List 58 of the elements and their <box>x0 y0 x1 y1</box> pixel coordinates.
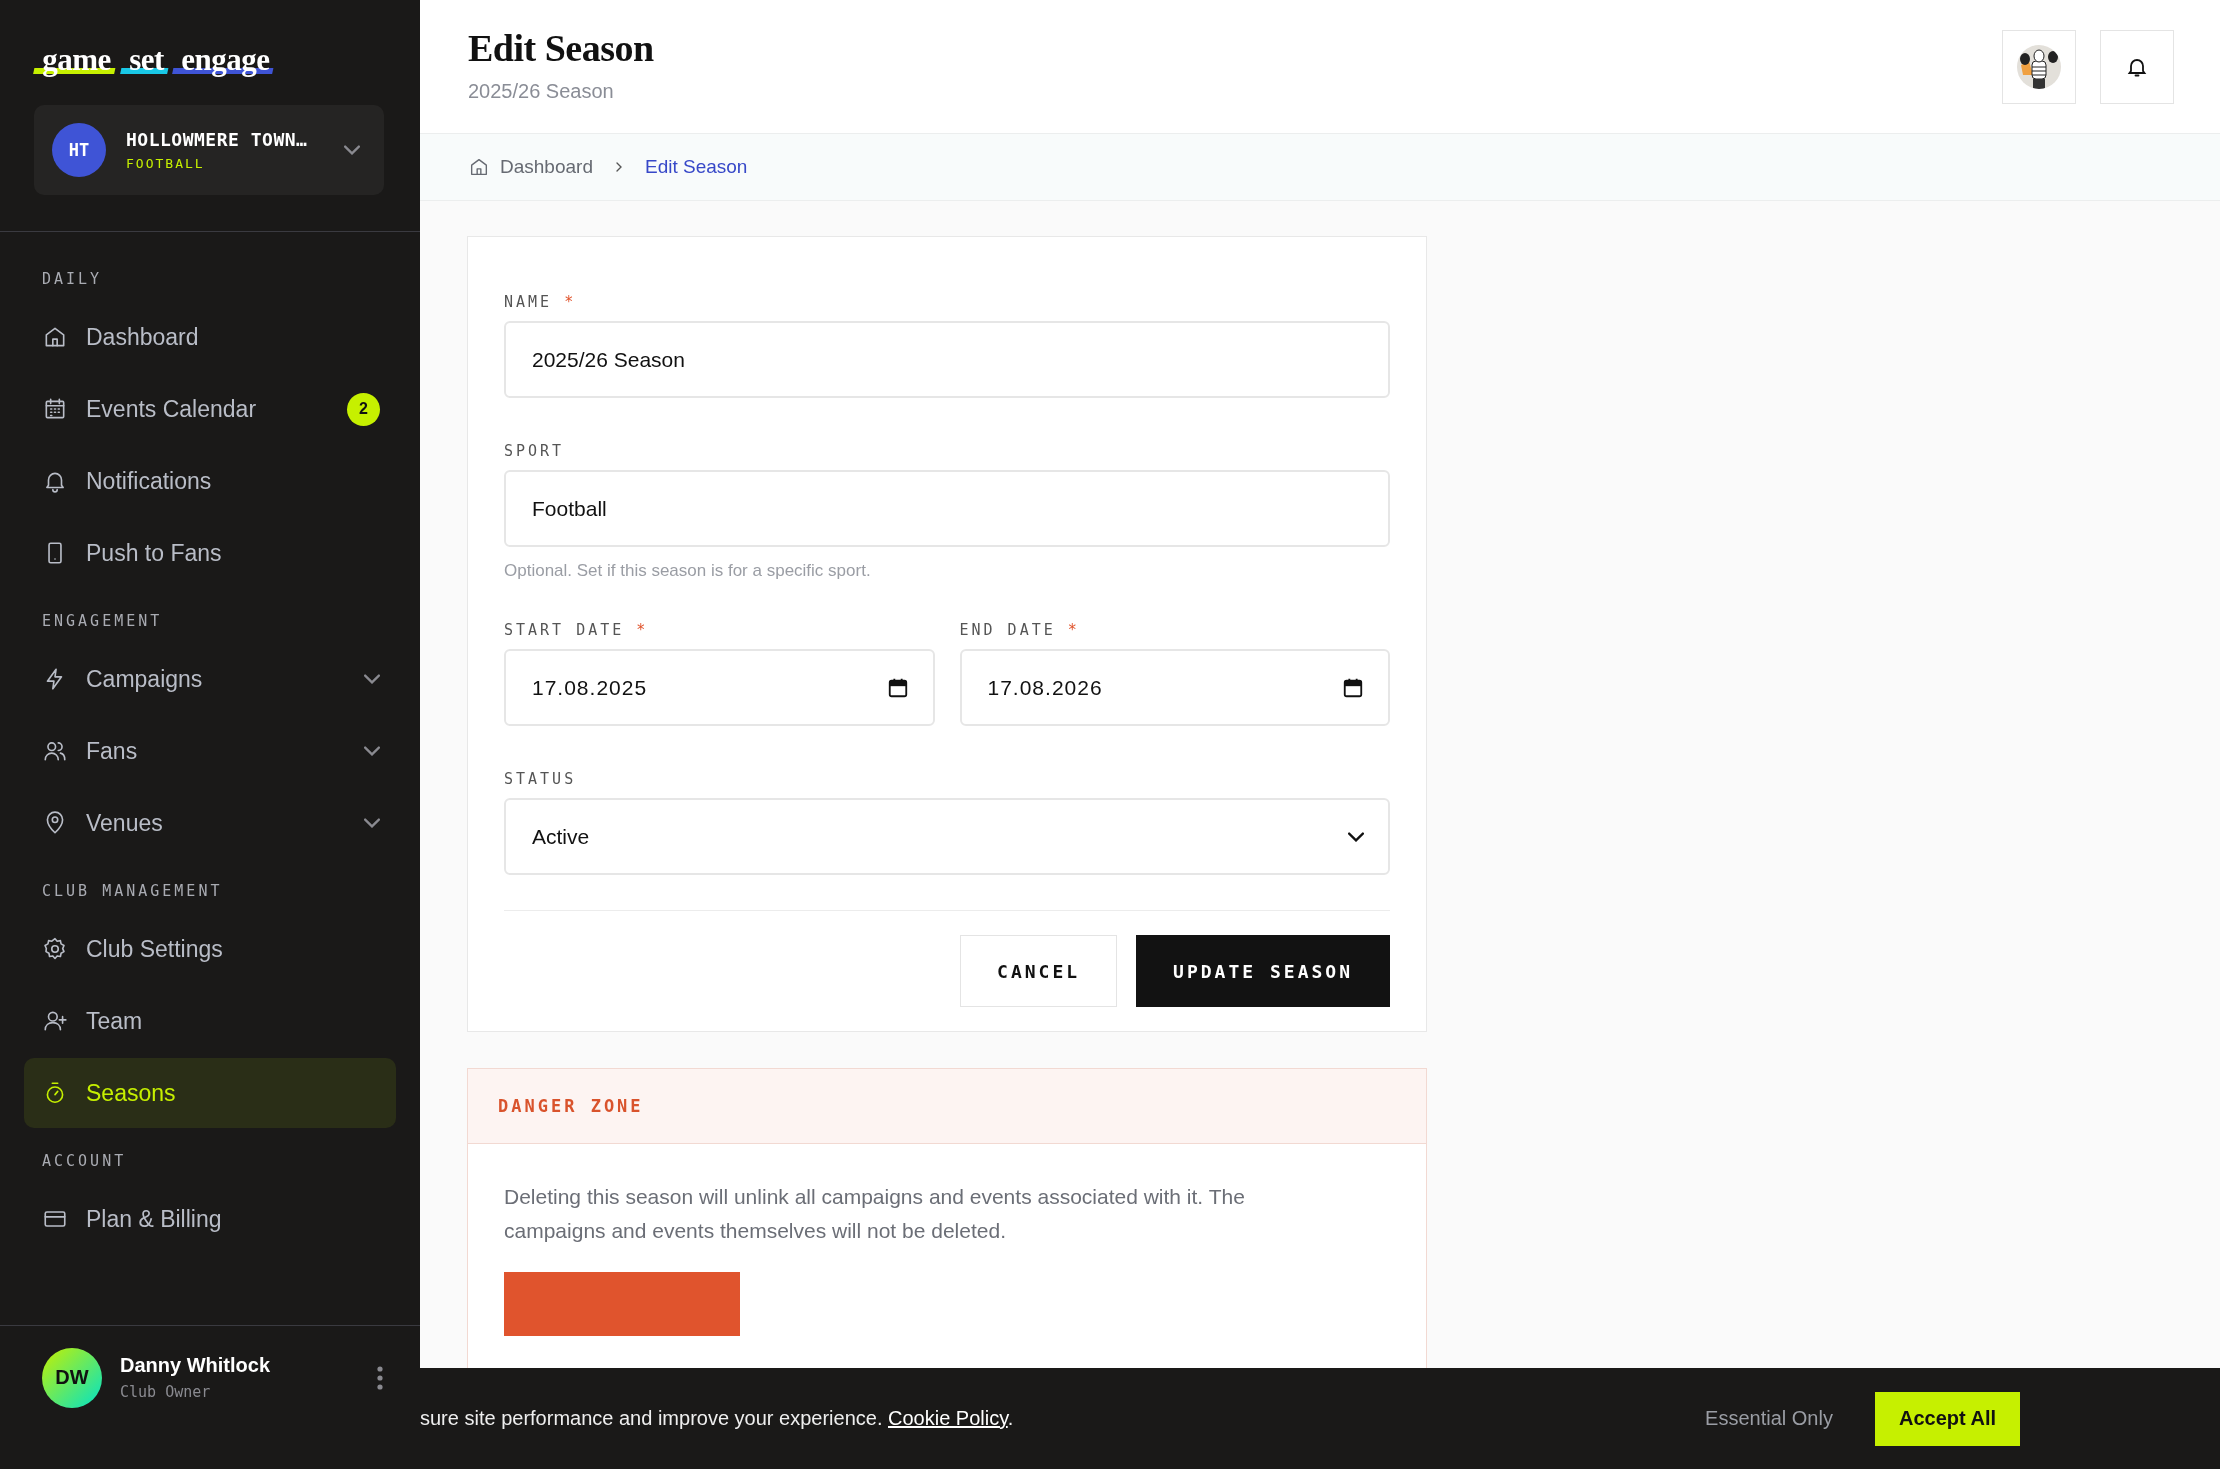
page-subtitle: 2025/26 Season <box>468 80 615 103</box>
text-field[interactable]: 2025/26 Season <box>504 321 1390 398</box>
status-dropdown[interactable]: Active <box>504 798 1390 875</box>
warning-text: Deleting this season will unlink all campaigns and events associated with it. The campaigns and events themselves will not be deleted. <box>504 1184 1246 1244</box>
user-name: Danny Whitlock <box>120 1354 271 1377</box>
cookie-text: sure site performance and improve your experience. Cookie Policy. <box>420 1407 1015 1430</box>
nav-item[interactable]: Seasons <box>24 1058 396 1128</box>
nav-item[interactable]: Dashboard <box>24 302 396 372</box>
nav-item[interactable]: Team <box>24 986 396 1056</box>
club-name: HOLLOWMERE TOWN… <box>126 129 309 150</box>
essential-only-button[interactable]: Essential Only <box>1705 1407 1833 1430</box>
date-field[interactable]: 17.08.2025 <box>504 649 935 726</box>
page-title: Edit Season <box>468 26 655 70</box>
nav-item[interactable]: Notifications <box>24 446 396 516</box>
nav-item[interactable]: Fans <box>24 716 396 786</box>
nav-item[interactable]: Plan & Billing <box>24 1184 396 1254</box>
cookie-policy-link[interactable]: Cookie Policy <box>888 1407 1008 1429</box>
calendar-icon[interactable] <box>1342 676 1364 699</box>
cancel-button[interactable]: CANCEL <box>960 935 1118 1007</box>
nav-item[interactable]: Events Calendar 2 <box>24 374 396 444</box>
club-avatar: HT <box>52 123 106 177</box>
field-label: START DATE * <box>504 621 650 639</box>
user-avatar: DW <box>42 1347 102 1408</box>
calendar-icon[interactable] <box>886 676 909 699</box>
breadcrumb-link[interactable]: Dashboard <box>468 156 593 178</box>
chevron-icon <box>344 145 360 155</box>
field-label: SPORT <box>504 442 566 460</box>
chevron-icon <box>1348 831 1364 842</box>
accept-all-button[interactable]: Accept All <box>1874 1391 2020 1446</box>
section-label: ENGAGEMENT <box>41 611 164 632</box>
count-badge: 2 <box>347 392 380 426</box>
section-label: DAILY <box>41 269 104 290</box>
section-label: CLUB MANAGEMENT <box>41 881 224 902</box>
profile-button[interactable] <box>2002 29 2076 104</box>
club-switcher[interactable]: HT HOLLOWMERE TOWN… FOOTBALL <box>34 105 384 195</box>
gear-icon <box>42 936 68 962</box>
nav-item[interactable]: Venues <box>24 788 396 858</box>
update-button[interactable]: UPDATE SEASON <box>1136 935 1390 1007</box>
nav-item[interactable]: Club Settings <box>24 914 396 984</box>
logo: game set engage <box>34 44 276 77</box>
text-field[interactable]: Football <box>504 470 1390 547</box>
field-label: END DATE * <box>959 621 1081 639</box>
field-hint: Optional. Set if this season is for a specific sport. <box>504 561 872 581</box>
breadcrumb-link[interactable]: Edit Season <box>644 156 748 178</box>
field-label: STATUS <box>504 770 578 788</box>
home-icon <box>468 156 490 178</box>
field-label: NAME * <box>504 293 578 311</box>
section-label: ACCOUNT <box>41 1151 128 1172</box>
club-sport: FOOTBALL <box>126 156 206 171</box>
nav-item[interactable]: Campaigns <box>24 644 396 714</box>
chevron-icon <box>364 746 380 756</box>
chevron-icon <box>364 818 380 828</box>
more-icon[interactable] <box>376 1364 384 1391</box>
user-role: Club Owner <box>120 1383 212 1401</box>
danger-zone-header: DANGER ZONE <box>468 1069 1426 1144</box>
date-field[interactable]: 17.08.2026 <box>959 649 1390 726</box>
chevron-icon <box>364 674 380 684</box>
nav-item[interactable]: Push to Fans <box>24 518 396 588</box>
